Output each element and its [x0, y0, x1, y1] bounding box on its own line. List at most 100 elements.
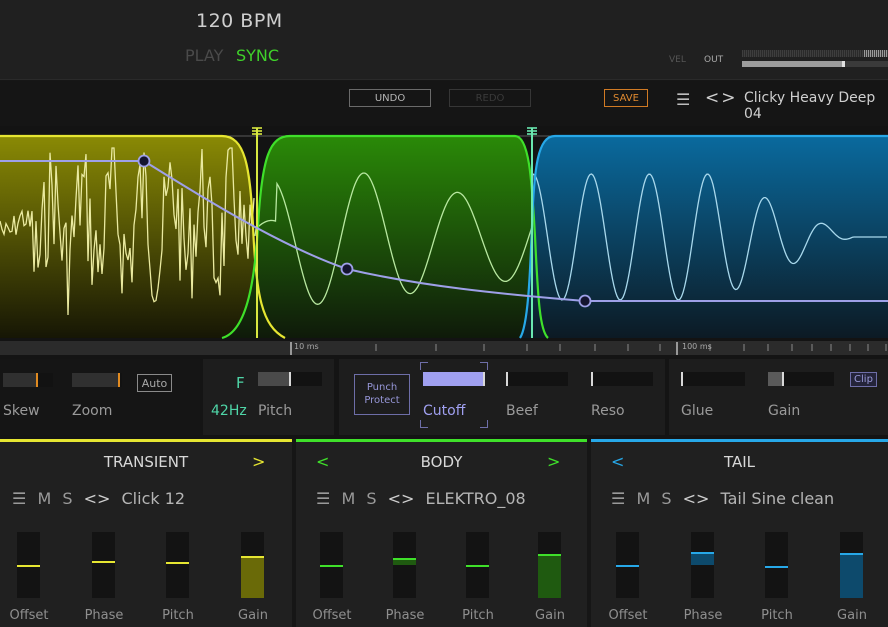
beef-label: Beef — [506, 403, 538, 419]
level-meter-peak — [742, 50, 888, 57]
beef-slider[interactable] — [506, 372, 568, 386]
reso-slider-handle[interactable] — [591, 372, 593, 386]
fader-offset[interactable] — [320, 532, 343, 598]
section-preset-nav-icon[interactable]: <> — [84, 489, 111, 508]
mute-button[interactable]: M — [341, 489, 355, 508]
skew-slider[interactable] — [3, 373, 53, 387]
fader-pitch[interactable] — [765, 532, 788, 598]
toolbar: UNDO REDO SAVE ☰ <> Clicky Heavy Deep 04 — [0, 81, 888, 126]
fader-handle[interactable] — [538, 554, 561, 556]
glue-slider-handle[interactable] — [681, 372, 683, 386]
punch-protect-button[interactable]: Punch Protect — [354, 374, 410, 415]
fader-handle[interactable] — [17, 565, 40, 567]
top-header: 120 BPM PLAY SYNC VEL OUT — [0, 0, 888, 80]
section-preset-row: ☰ M S <> Click 12 — [12, 489, 191, 508]
out-toggle[interactable]: OUT — [704, 55, 723, 65]
fader-handle[interactable] — [616, 565, 639, 567]
fader-phase[interactable] — [92, 532, 115, 598]
section-title: TRANSIENT — [103, 453, 189, 471]
section-preset-nav-icon[interactable]: <> — [683, 489, 710, 508]
section-preset-name[interactable]: ELEKTRO_08 — [426, 489, 526, 508]
fader-label: Pitch — [761, 608, 793, 623]
body-region[interactable] — [222, 136, 548, 338]
fader-handle[interactable] — [393, 558, 416, 560]
time-ruler[interactable]: 10 ms 100 ms — [0, 341, 888, 355]
fader-phase[interactable] — [691, 532, 714, 598]
gain-slider[interactable] — [768, 372, 834, 386]
solo-button[interactable]: S — [366, 489, 376, 508]
gain-slider-fill — [768, 372, 782, 386]
zoom-slider[interactable] — [72, 373, 122, 387]
glue-slider[interactable] — [681, 372, 745, 386]
fader-handle[interactable] — [92, 561, 115, 563]
fader-label: Phase — [84, 608, 124, 623]
fader-gain[interactable] — [241, 532, 264, 598]
pitch-slider-fill — [258, 372, 289, 386]
section-preset-nav-icon[interactable]: <> — [388, 489, 415, 508]
tail-region[interactable] — [520, 136, 888, 338]
beef-slider-handle[interactable] — [506, 372, 508, 386]
bpm-display[interactable]: 120 BPM — [196, 10, 283, 32]
play-button[interactable]: PLAY — [185, 46, 223, 65]
prev-section-arrow-icon[interactable]: < — [316, 452, 329, 471]
fader-pitch[interactable] — [166, 532, 189, 598]
envelope-point-3[interactable] — [578, 294, 592, 308]
section-menu-icon[interactable]: ☰ — [12, 489, 26, 508]
preset-name[interactable]: Clicky Heavy Deep 04 — [744, 90, 888, 122]
fader-offset[interactable] — [17, 532, 40, 598]
fader-handle[interactable] — [840, 553, 863, 555]
fader-label: Pitch — [462, 608, 494, 623]
section-preset-row: ☰ M S <> Tail Sine clean — [611, 489, 840, 508]
fader-label: Pitch — [162, 608, 194, 623]
waveform-display[interactable] — [0, 126, 888, 341]
reso-slider[interactable] — [591, 372, 653, 386]
envelope-point-2[interactable] — [340, 262, 354, 276]
fader-gain[interactable] — [538, 532, 561, 598]
fader-handle[interactable] — [765, 566, 788, 568]
mute-button[interactable]: M — [636, 489, 650, 508]
meter-peak-segment — [864, 50, 888, 57]
section-preset-name[interactable]: Click 12 — [122, 489, 186, 508]
pitch-slider-handle[interactable] — [289, 372, 291, 386]
fader-handle[interactable] — [241, 556, 264, 558]
section-menu-icon[interactable]: ☰ — [316, 489, 330, 508]
punch-protect-line-1: Punch — [366, 382, 398, 393]
mute-button[interactable]: M — [37, 489, 51, 508]
fader-gain[interactable] — [840, 532, 863, 598]
sync-button[interactable]: SYNC — [236, 46, 279, 65]
clip-button[interactable]: Clip — [850, 372, 877, 387]
fader-phase[interactable] — [393, 532, 416, 598]
zoom-label: Zoom — [72, 403, 113, 419]
pitch-label: Pitch — [258, 403, 293, 419]
fader-pitch[interactable] — [466, 532, 489, 598]
fader-handle[interactable] — [466, 565, 489, 567]
fader-handle[interactable] — [320, 565, 343, 567]
fader-offset[interactable] — [616, 532, 639, 598]
solo-button[interactable]: S — [661, 489, 671, 508]
next-section-arrow-icon[interactable]: > — [547, 452, 560, 471]
undo-button[interactable]: UNDO — [349, 89, 431, 107]
next-section-arrow-icon[interactable]: > — [252, 452, 265, 471]
cutoff-focus-bracket — [420, 362, 488, 428]
section-menu-icon[interactable]: ☰ — [611, 489, 625, 508]
preset-nav-icon[interactable]: <> — [705, 88, 738, 108]
section-preset-name[interactable]: Tail Sine clean — [721, 489, 835, 508]
auto-button[interactable]: Auto — [137, 374, 172, 392]
prev-section-arrow-icon[interactable]: < — [611, 452, 624, 471]
section-title: BODY — [420, 453, 463, 471]
redo-button[interactable]: REDO — [449, 89, 531, 107]
ruler-ticks — [290, 342, 887, 355]
section-color-bar — [0, 439, 292, 442]
vel-toggle[interactable]: VEL — [669, 55, 686, 65]
menu-icon[interactable]: ☰ — [676, 90, 690, 109]
pitch-slider[interactable] — [258, 372, 322, 386]
gain-slider-handle[interactable] — [782, 372, 784, 386]
save-button[interactable]: SAVE — [604, 89, 648, 107]
solo-button[interactable]: S — [62, 489, 72, 508]
fader-handle[interactable] — [166, 562, 189, 564]
skew-slider-handle[interactable] — [36, 373, 38, 387]
envelope-point-1[interactable] — [137, 154, 151, 168]
fader-handle[interactable] — [691, 552, 714, 554]
zoom-slider-handle[interactable] — [118, 373, 120, 387]
output-panel: Glue Gain — [669, 359, 888, 435]
